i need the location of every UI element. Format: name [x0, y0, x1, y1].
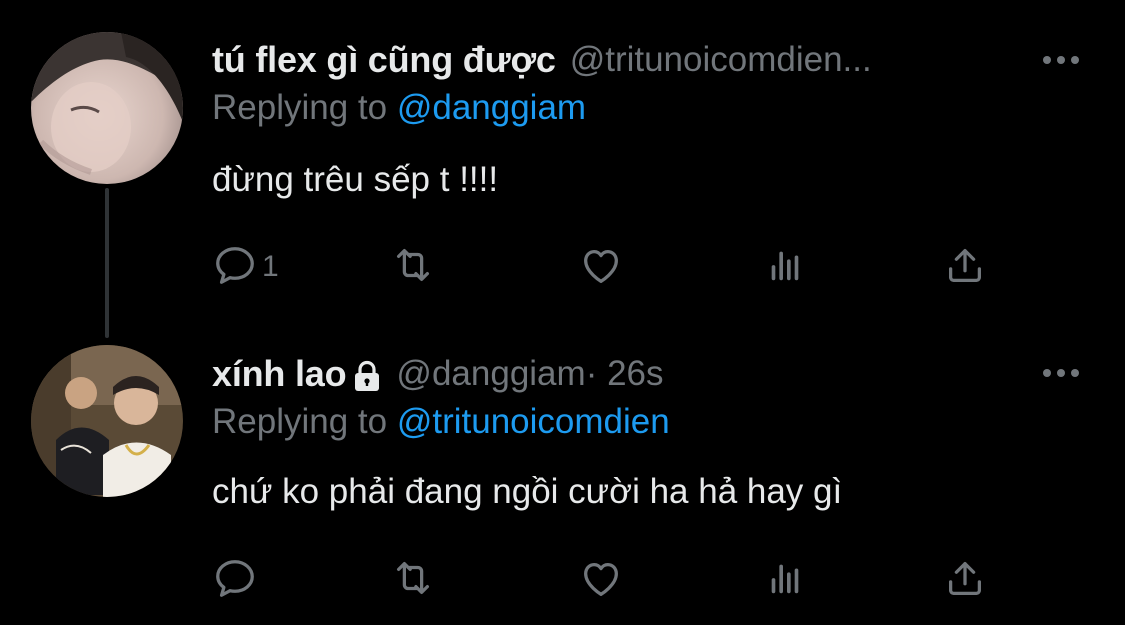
- heart-icon: [578, 555, 624, 606]
- like-button[interactable]: [578, 555, 624, 605]
- share-button[interactable]: [942, 555, 988, 605]
- retweet-icon: [390, 242, 436, 293]
- reply-button[interactable]: [212, 555, 262, 605]
- replying-to-label: Replying to: [212, 88, 397, 127]
- tweet-text: chứ ko phải đang ngồi cười ha hả hay gì: [212, 472, 843, 511]
- avatar[interactable]: [31, 32, 183, 184]
- tweet-timestamp[interactable]: · 26s: [586, 354, 664, 394]
- display-name[interactable]: tú flex gì cũng được: [212, 39, 556, 81]
- display-name[interactable]: xính lao: [212, 353, 347, 395]
- tweet[interactable]: tú flex gì cũng được @tritunoicomdien...…: [0, 0, 1125, 315]
- avatar[interactable]: [31, 345, 183, 497]
- analytics-icon: [762, 555, 808, 606]
- replying-to-line: Replying to @danggiam: [212, 88, 586, 128]
- user-handle[interactable]: @danggiam: [396, 354, 585, 394]
- user-handle[interactable]: @tritunoicomdien...: [570, 40, 872, 80]
- analytics-button[interactable]: [762, 242, 808, 292]
- analytics-button[interactable]: [762, 555, 808, 605]
- share-icon: [942, 242, 988, 293]
- tweet[interactable]: xính lao @danggiam · 26s Replying to @tr…: [0, 315, 1125, 625]
- tweet-text: đừng trêu sếp t !!!!: [212, 160, 499, 199]
- reply-mention-link[interactable]: @danggiam: [397, 88, 586, 127]
- reply-mention-link[interactable]: @tritunoicomdien: [397, 402, 670, 441]
- tweet-actions: [212, 555, 1012, 605]
- more-icon[interactable]: [1041, 361, 1081, 385]
- reply-icon: [212, 555, 258, 606]
- replying-to-label: Replying to: [212, 402, 397, 441]
- replying-to-line: Replying to @tritunoicomdien: [212, 402, 670, 442]
- heart-icon: [578, 242, 624, 293]
- reply-count: 1: [262, 250, 279, 283]
- retweet-button[interactable]: [390, 242, 436, 292]
- reply-button[interactable]: 1: [212, 242, 279, 292]
- share-icon: [942, 555, 988, 606]
- more-icon[interactable]: [1041, 48, 1081, 72]
- reply-icon: [212, 242, 258, 293]
- share-button[interactable]: [942, 242, 988, 292]
- tweet-actions: 1: [212, 242, 1012, 292]
- like-button[interactable]: [578, 242, 624, 292]
- retweet-icon: [390, 555, 436, 606]
- analytics-icon: [762, 242, 808, 293]
- lock-icon: [352, 360, 382, 392]
- retweet-button[interactable]: [390, 555, 436, 605]
